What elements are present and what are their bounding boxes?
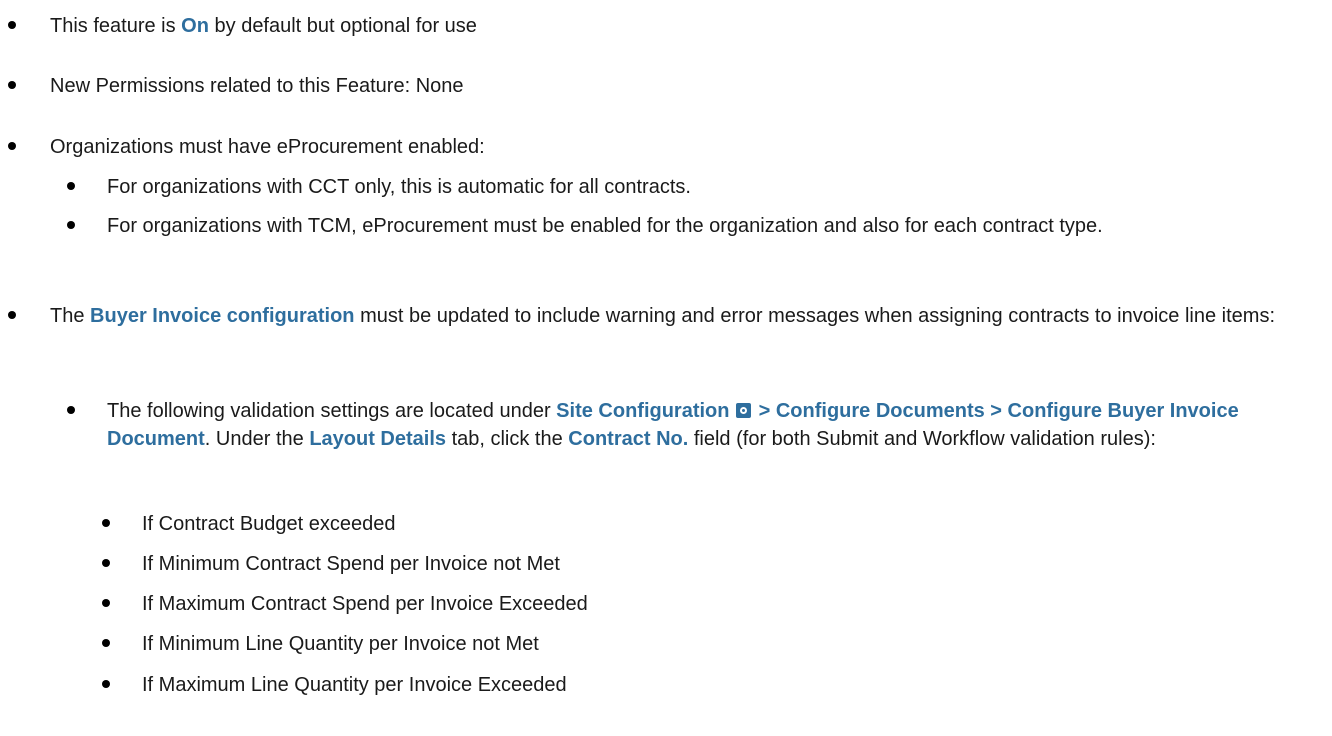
sub-item-validation-settings: The following validation settings are lo… bbox=[0, 397, 1332, 453]
bullet-marker bbox=[67, 221, 75, 229]
bullet-marker bbox=[67, 182, 75, 190]
bullet-marker bbox=[8, 21, 16, 29]
item-text: New Permissions related to this Feature:… bbox=[50, 75, 464, 97]
buyer-invoice-configuration-link: Buyer Invoice configuration bbox=[90, 305, 355, 327]
on-keyword: On bbox=[181, 15, 209, 37]
rule-text: If Maximum Line Quantity per Invoice Exc… bbox=[142, 674, 567, 696]
rule-text: If Minimum Line Quantity per Invoice not… bbox=[142, 633, 539, 655]
list-item-feature-default: This feature is On by default but option… bbox=[0, 12, 477, 40]
list-item-buyer-invoice: The Buyer Invoice configuration must be … bbox=[0, 302, 1332, 330]
item-text-post: must be updated to include warning and e… bbox=[354, 305, 1276, 327]
item-text: For organizations with TCM, eProcurement… bbox=[107, 215, 1103, 237]
layout-details-tab-label: Layout Details bbox=[309, 428, 447, 450]
item-text-pre: The bbox=[50, 305, 91, 327]
list-item-eprocurement: Organizations must have eProcurement ena… bbox=[0, 133, 485, 161]
bullet-marker bbox=[67, 406, 75, 414]
site-configuration-label: Site Configuration bbox=[556, 400, 730, 422]
bullet-marker bbox=[102, 519, 110, 527]
rule-item: If Maximum Contract Spend per Invoice Ex… bbox=[0, 590, 588, 618]
rule-item: If Maximum Line Quantity per Invoice Exc… bbox=[0, 671, 567, 699]
item-text-post: by default but optional for use bbox=[208, 15, 477, 37]
rule-text: If Minimum Contract Spend per Invoice no… bbox=[142, 553, 560, 575]
item-text-pre: This feature is bbox=[50, 15, 182, 37]
bullet-marker bbox=[8, 81, 16, 89]
rule-item: If Contract Budget exceeded bbox=[0, 510, 396, 538]
sub-item-tcm: For organizations with TCM, eProcurement… bbox=[0, 212, 1107, 240]
bullet-marker bbox=[102, 680, 110, 688]
bullet-marker bbox=[8, 311, 16, 319]
item-text-mid1: . Under the bbox=[204, 428, 310, 450]
item-text: For organizations with CCT only, this is… bbox=[107, 176, 691, 198]
bullet-marker bbox=[8, 142, 16, 150]
contract-no-field-label: Contract No. bbox=[568, 428, 689, 450]
list-item-new-permissions: New Permissions related to this Feature:… bbox=[0, 72, 464, 100]
item-text-pre: The following validation settings are lo… bbox=[107, 400, 557, 422]
item-text: Organizations must have eProcurement ena… bbox=[50, 136, 485, 158]
item-text-mid2: tab, click the bbox=[446, 428, 569, 450]
item-text-post: field (for both Submit and Workflow vali… bbox=[688, 428, 1156, 450]
bullet-marker bbox=[102, 559, 110, 567]
sub-item-cct: For organizations with CCT only, this is… bbox=[0, 173, 691, 201]
rule-item: If Minimum Line Quantity per Invoice not… bbox=[0, 630, 539, 658]
bullet-marker bbox=[102, 599, 110, 607]
rule-item: If Minimum Contract Spend per Invoice no… bbox=[0, 550, 560, 578]
bullet-marker bbox=[102, 639, 110, 647]
rule-text: If Maximum Contract Spend per Invoice Ex… bbox=[142, 593, 588, 615]
rule-text: If Contract Budget exceeded bbox=[142, 513, 396, 535]
gear-icon bbox=[736, 403, 752, 418]
